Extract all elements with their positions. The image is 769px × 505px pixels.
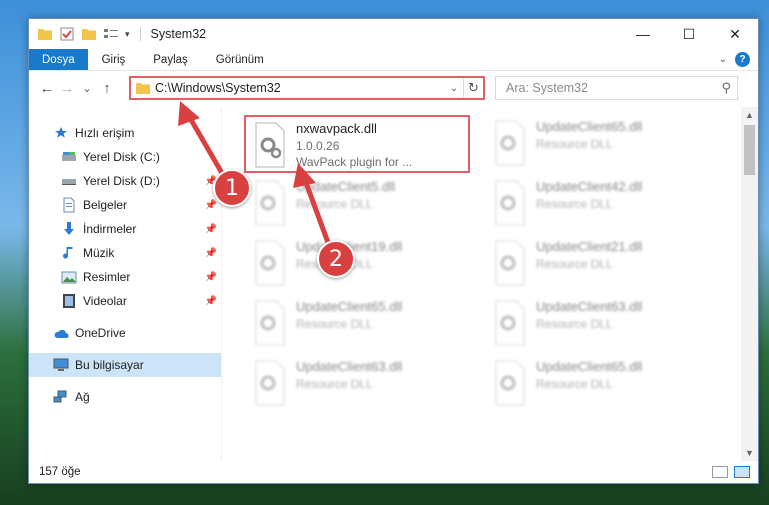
step-2-badge: 2: [317, 240, 355, 278]
step-1-badge: 1: [213, 169, 251, 207]
annotation-arrows: [178, 101, 333, 251]
